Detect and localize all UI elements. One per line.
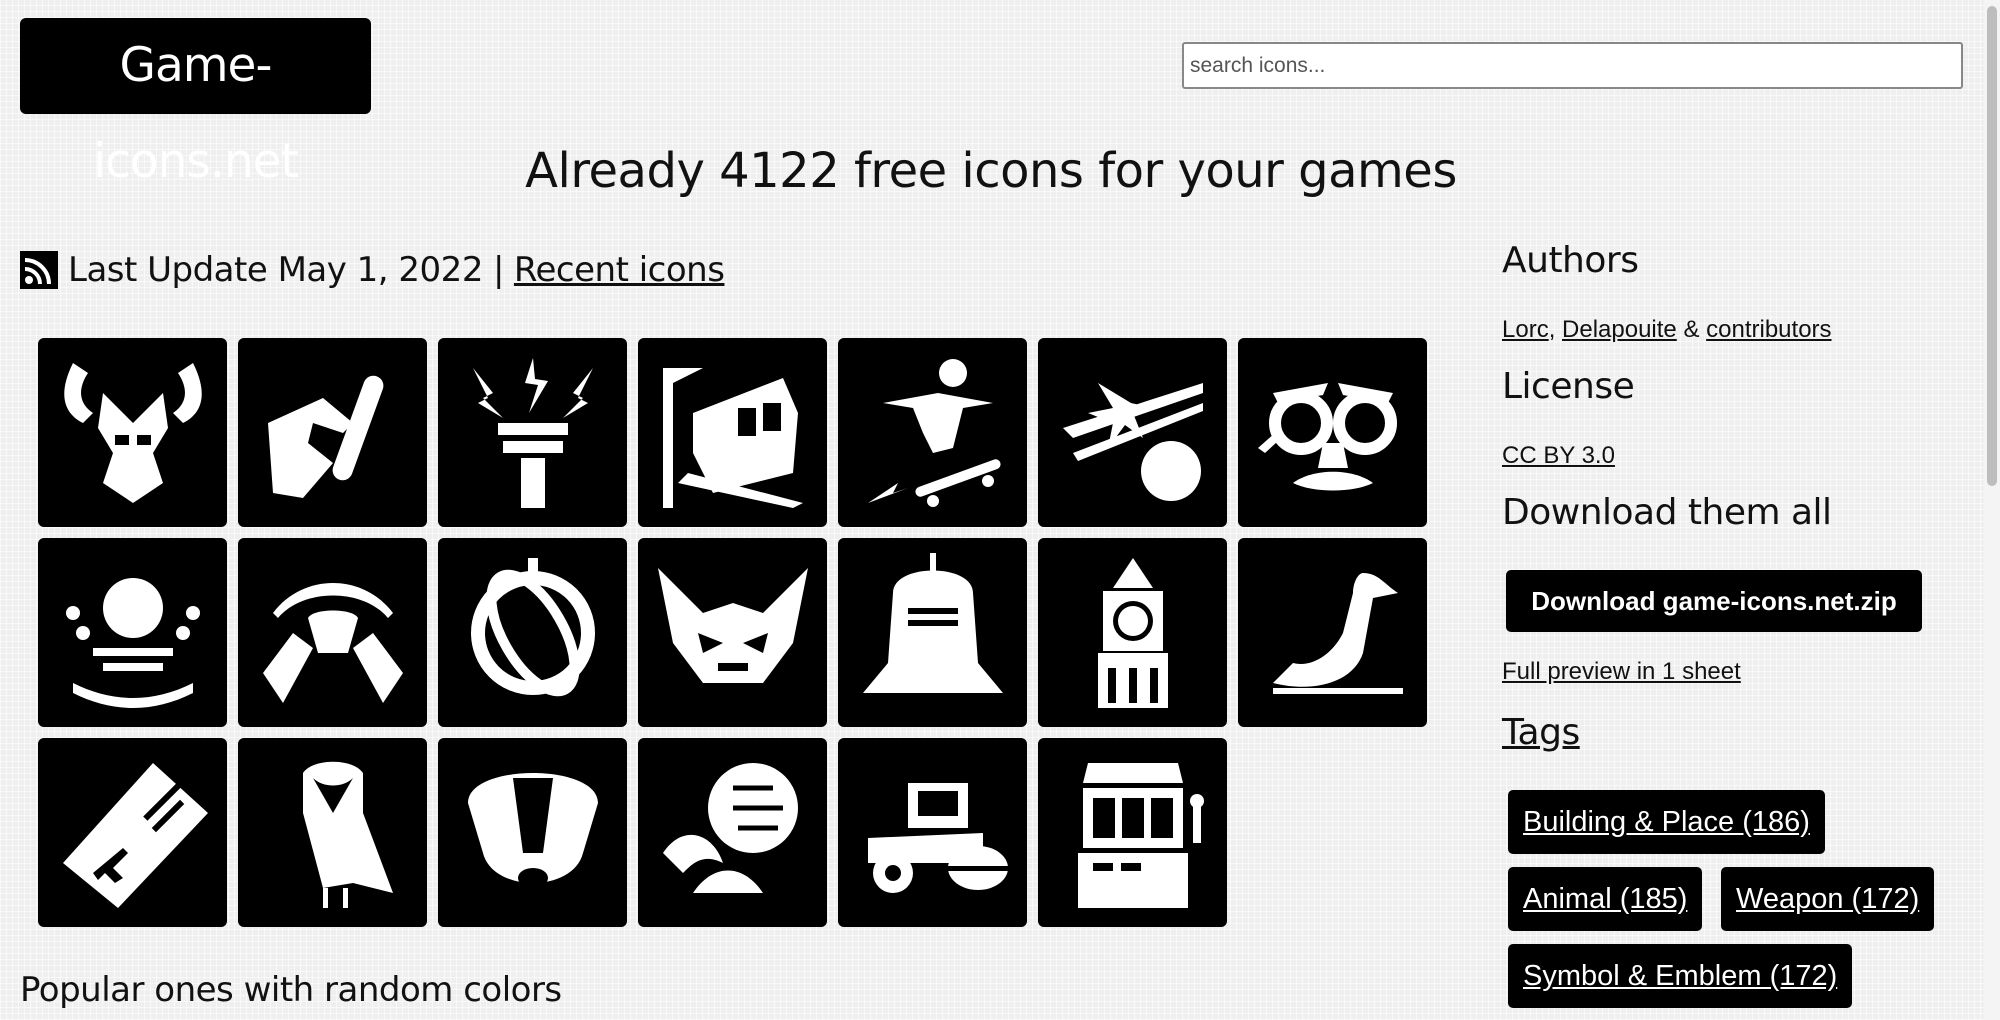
popular-heading: Popular ones with random colors xyxy=(20,970,562,1010)
authors-links: Lorc, Delapouite & contributors xyxy=(1502,316,1832,344)
comma: , xyxy=(1548,316,1556,343)
license-links: CC BY 3.0 xyxy=(1502,442,1615,470)
ampersand: & xyxy=(1683,316,1700,343)
recent-icons-link[interactable]: Recent icons xyxy=(514,250,725,290)
full-preview-link[interactable]: Full preview in 1 sheet xyxy=(1502,658,1741,685)
mole-icon[interactable] xyxy=(238,538,427,727)
tag-symbol-emblem[interactable]: Symbol & Emblem (172) xyxy=(1508,944,1853,1008)
road-roller-icon[interactable] xyxy=(838,738,1027,927)
download-zip-button[interactable]: Download game-icons.net.zip xyxy=(1506,570,1922,632)
license-heading: License xyxy=(1502,366,1635,407)
horned-helm-icon[interactable] xyxy=(38,338,227,527)
plane-ticket-icon[interactable] xyxy=(38,738,227,927)
clock-tower-icon[interactable] xyxy=(1038,538,1227,727)
tag-building-place[interactable]: Building & Place (186) xyxy=(1508,790,1825,854)
scrollbar-thumb[interactable] xyxy=(1987,6,1997,486)
tags-heading[interactable]: Tags xyxy=(1502,712,1580,753)
contributors-link[interactable]: contributors xyxy=(1706,316,1831,343)
comet-icon[interactable] xyxy=(1038,338,1227,527)
groucho-glasses-icon[interactable] xyxy=(1238,338,1427,527)
search-input[interactable] xyxy=(1182,42,1963,89)
badger-icon[interactable] xyxy=(438,738,627,927)
separator: | xyxy=(492,250,504,290)
last-update-text: Last Update May 1, 2022 xyxy=(68,250,483,290)
update-row: Last Update May 1, 2022 | Recent icons xyxy=(20,248,725,292)
knight-helmet-icon[interactable] xyxy=(838,538,1027,727)
hand-test-tube-icon[interactable] xyxy=(238,338,427,527)
skateboarder-icon[interactable] xyxy=(838,338,1027,527)
barn-owl-icon[interactable] xyxy=(238,738,427,927)
tag-animal[interactable]: Animal (185) xyxy=(1508,867,1703,931)
download-heading: Download them all xyxy=(1502,492,1832,533)
train-tunnel-icon[interactable] xyxy=(638,338,827,527)
license-link[interactable]: CC BY 3.0 xyxy=(1502,442,1615,469)
page-headline: Already 4122 free icons for your games xyxy=(525,143,1457,199)
site-logo[interactable]: Game-icons.net xyxy=(20,18,371,189)
plasma-orb-icon[interactable] xyxy=(38,538,227,727)
slot-machine-icon[interactable] xyxy=(1038,738,1227,927)
author-lorc-link[interactable]: Lorc xyxy=(1502,316,1549,343)
tag-weapon[interactable]: Weapon (172) xyxy=(1721,867,1935,931)
goose-icon[interactable] xyxy=(1238,538,1427,727)
orbit-icon[interactable] xyxy=(438,538,627,727)
rss-icon[interactable] xyxy=(20,251,58,289)
authors-heading: Authors xyxy=(1502,240,1639,281)
artichoke-icon[interactable] xyxy=(638,738,827,927)
author-delapouite-link[interactable]: Delapouite xyxy=(1562,316,1677,343)
lightning-tower-icon[interactable] xyxy=(438,338,627,527)
goblin-head-icon[interactable] xyxy=(638,538,827,727)
page-scrollbar[interactable] xyxy=(1984,0,2000,1020)
preview-links: Full preview in 1 sheet xyxy=(1502,658,1741,686)
